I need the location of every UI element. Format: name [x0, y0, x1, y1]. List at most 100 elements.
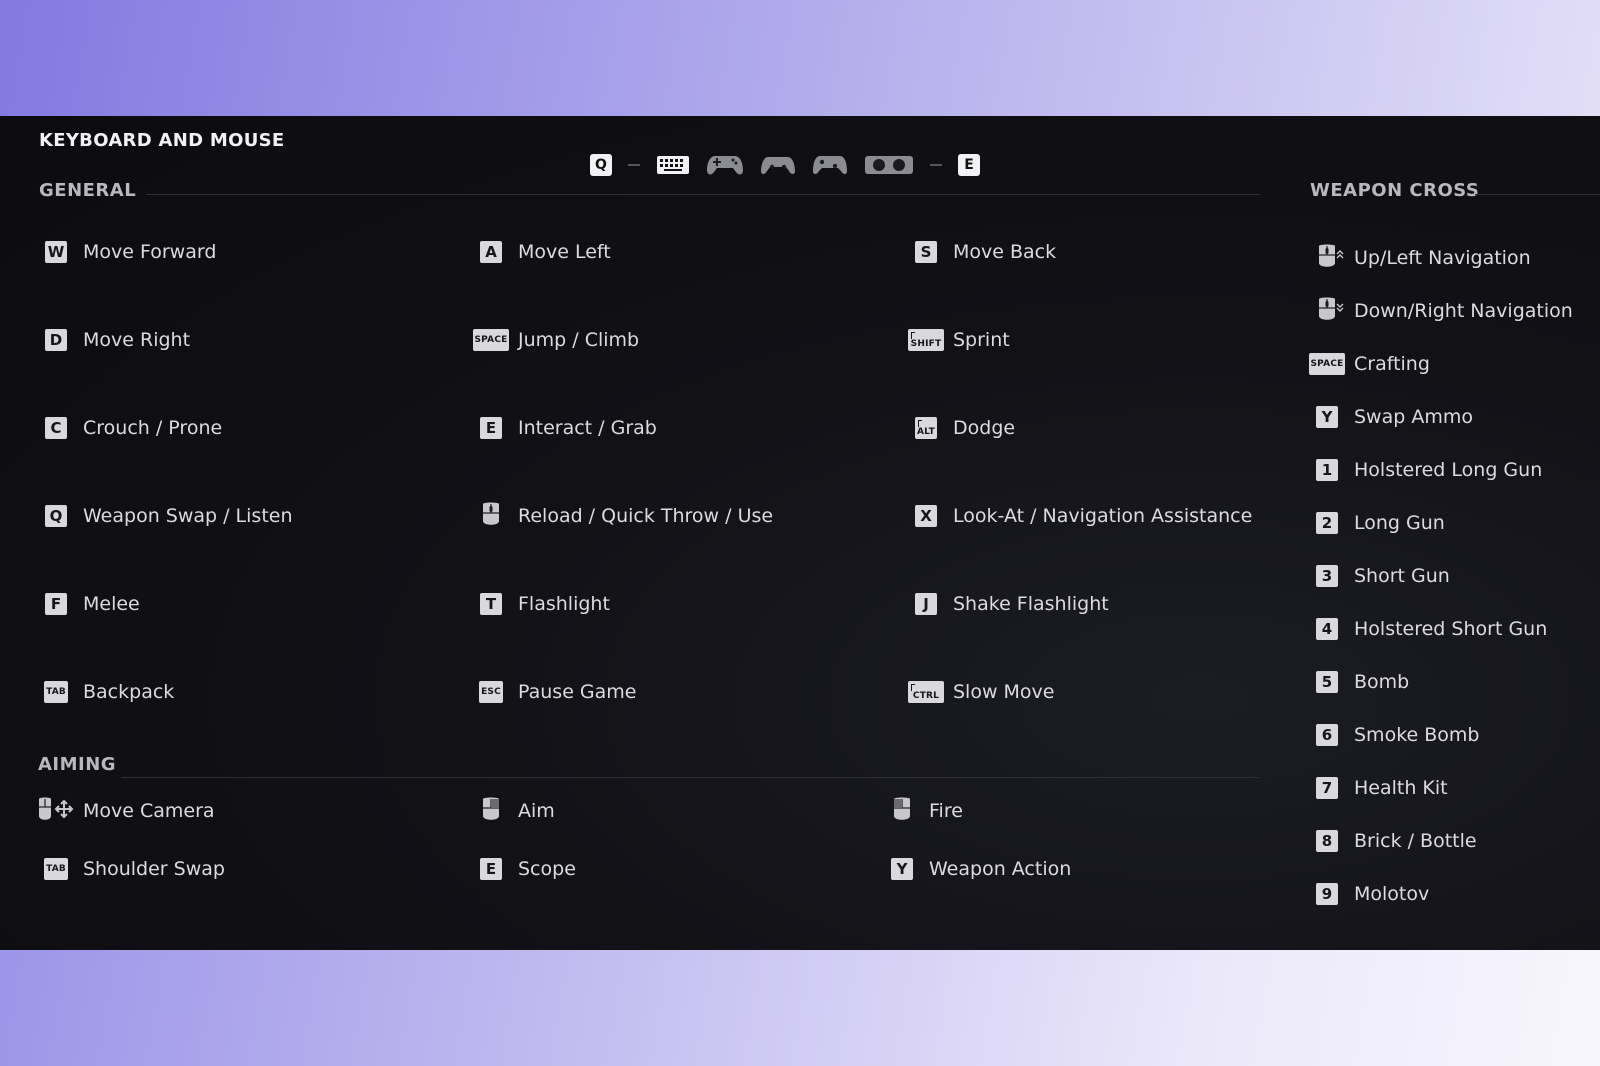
binding-key: 3 — [1307, 561, 1347, 591]
mouse-scroll-up-icon — [1310, 243, 1344, 273]
binding-row[interactable]: W Move Forward — [36, 237, 216, 267]
binding-label: Molotov — [1354, 883, 1430, 905]
binding-key: W — [36, 237, 76, 267]
binding-key: T — [471, 589, 511, 619]
binding-key: 9 — [1307, 879, 1347, 909]
binding-row[interactable]: Q Weapon Swap / Listen — [36, 501, 293, 531]
binding-label: Backpack — [83, 681, 175, 703]
binding-key: Y — [1307, 402, 1347, 432]
device-gamepad[interactable] — [706, 149, 744, 181]
key-cap: A — [480, 241, 502, 263]
binding-row[interactable]: 6 Smoke Bomb — [1307, 720, 1479, 750]
binding-label: Jump / Climb — [518, 329, 640, 351]
binding-row[interactable]: Up/Left Navigation — [1307, 243, 1531, 273]
section-divider — [121, 777, 1260, 778]
binding-row[interactable]: 7 Health Kit — [1307, 773, 1448, 803]
binding-row[interactable]: SHIFT Sprint — [906, 325, 1010, 355]
binding-row[interactable]: Fire — [882, 796, 963, 826]
binding-key: 7 — [1307, 773, 1347, 803]
device-keyboard[interactable] — [656, 149, 690, 181]
binding-label: Crouch / Prone — [83, 417, 223, 439]
binding-row[interactable]: TAB Shoulder Swap — [36, 854, 225, 884]
binding-row[interactable]: E Interact / Grab — [471, 413, 657, 443]
binding-label: Crafting — [1354, 353, 1430, 375]
binding-key: C — [36, 413, 76, 443]
binding-key: 8 — [1307, 826, 1347, 856]
binding-row[interactable]: F Melee — [36, 589, 140, 619]
binding-row[interactable]: Reload / Quick Throw / Use — [471, 501, 773, 531]
binding-row[interactable]: 3 Short Gun — [1307, 561, 1450, 591]
binding-row[interactable]: SPACE Jump / Climb — [471, 325, 639, 355]
binding-label: Melee — [83, 593, 140, 615]
key-cap: E — [480, 417, 502, 439]
key-cap: F — [45, 593, 67, 615]
device-xbox[interactable] — [812, 149, 848, 181]
binding-row[interactable]: 1 Holstered Long Gun — [1307, 455, 1542, 485]
binding-row[interactable]: T Flashlight — [471, 589, 610, 619]
binding-row[interactable]: D Move Right — [36, 325, 190, 355]
mouse-move-icon — [36, 796, 76, 826]
binding-row[interactable]: C Crouch / Prone — [36, 413, 222, 443]
device-dualshock[interactable] — [760, 149, 796, 181]
binding-row[interactable]: 8 Brick / Bottle — [1307, 826, 1477, 856]
binding-row[interactable]: Aim — [471, 796, 555, 826]
binding-row[interactable]: A Move Left — [471, 237, 611, 267]
binding-key: D — [36, 325, 76, 355]
binding-row[interactable]: 4 Holstered Short Gun — [1307, 614, 1547, 644]
binding-label: Flashlight — [518, 593, 610, 615]
binding-key — [471, 796, 511, 826]
binding-row[interactable]: J Shake Flashlight — [906, 589, 1109, 619]
key-cap: 8 — [1316, 830, 1338, 852]
prev-device-button[interactable]: Q — [590, 149, 612, 181]
section-divider — [146, 194, 1260, 195]
binding-label: Interact / Grab — [518, 417, 657, 439]
binding-label: Move Left — [518, 241, 611, 263]
binding-row[interactable]: E Scope — [471, 854, 576, 884]
section-divider — [1475, 194, 1600, 195]
binding-key: Y — [882, 854, 922, 884]
binding-row[interactable]: Down/Right Navigation — [1307, 296, 1573, 326]
binding-row[interactable]: 2 Long Gun — [1307, 508, 1445, 538]
binding-row[interactable]: TAB Backpack — [36, 677, 174, 707]
binding-label: Dodge — [953, 417, 1016, 439]
binding-row[interactable]: ESC Pause Game — [471, 677, 636, 707]
binding-row[interactable]: S Move Back — [906, 237, 1056, 267]
binding-label: Long Gun — [1354, 512, 1445, 534]
binding-label: Weapon Swap / Listen — [83, 505, 293, 527]
binding-row[interactable]: CTRL Slow Move — [906, 677, 1055, 707]
binding-key: TAB — [36, 854, 76, 884]
binding-row[interactable]: Y Swap Ammo — [1307, 402, 1473, 432]
binding-key: CTRL — [906, 677, 946, 707]
key-cap: CTRL — [908, 681, 944, 703]
binding-key: 1 — [1307, 455, 1347, 485]
key-cap: E — [480, 858, 502, 880]
binding-row[interactable]: Move Camera — [36, 796, 215, 826]
keyboard-icon — [657, 156, 689, 174]
key-cap: TAB — [44, 681, 68, 703]
binding-label: Move Back — [953, 241, 1057, 263]
binding-label: Up/Left Navigation — [1354, 247, 1531, 269]
binding-row[interactable]: 9 Molotov — [1307, 879, 1429, 909]
binding-label: Look-At / Navigation Assistance — [953, 505, 1253, 527]
binding-row[interactable]: Y Weapon Action — [882, 854, 1071, 884]
background-bottom — [0, 950, 1600, 1066]
next-device-button[interactable]: E — [958, 149, 980, 181]
binding-label: Aim — [518, 800, 555, 822]
dualshock-icon — [761, 157, 795, 174]
binding-row[interactable]: X Look-At / Navigation Assistance — [906, 501, 1252, 531]
joycon-icon — [865, 156, 913, 174]
key-cap: 6 — [1316, 724, 1338, 746]
binding-key: SPACE — [1307, 349, 1347, 379]
binding-label: Weapon Action — [929, 858, 1072, 880]
binding-label: Down/Right Navigation — [1354, 300, 1573, 322]
device-joycon[interactable] — [864, 149, 914, 181]
next-device-key: E — [958, 154, 980, 176]
binding-key — [882, 796, 922, 826]
key-cap: C — [45, 417, 67, 439]
binding-key: 6 — [1307, 720, 1347, 750]
binding-row[interactable]: SPACE Crafting — [1307, 349, 1430, 379]
binding-row[interactable]: 5 Bomb — [1307, 667, 1409, 697]
binding-label: Pause Game — [518, 681, 637, 703]
binding-row[interactable]: ALT Dodge — [906, 413, 1015, 443]
binding-label: Shoulder Swap — [83, 858, 225, 880]
